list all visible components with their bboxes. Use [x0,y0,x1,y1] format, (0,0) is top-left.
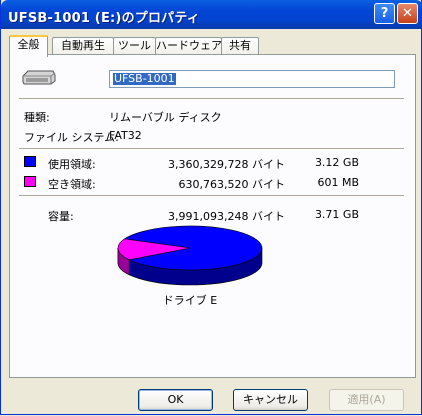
drive-name-input[interactable]: UFSB-1001 [109,70,395,88]
close-button[interactable]: ✕ [397,3,418,24]
used-space-label: 使用領域: [48,158,96,171]
window-title: UFSB-1001 (E:)のプロパティ [8,11,200,26]
used-space-bytes: 3,360,329,728 バイト [168,158,285,171]
apply-button[interactable]: 適用(A) [329,389,404,411]
title-bar[interactable]: UFSB-1001 (E:)のプロパティ ? ✕ [1,0,422,29]
general-tab-panel: UFSB-1001 種類: リムーバブル ディスク ファイル システム: FAT… [9,54,416,378]
free-space-bytes: 630,763,520 バイト [178,178,285,191]
type-value: リムーバブル ディスク [109,111,222,124]
drive-letter-label: ドライブ E [162,294,218,307]
tab-sharing[interactable]: 共有 [221,37,259,55]
removable-drive-icon [22,70,56,85]
tab-hardware[interactable]: ハードウェア [155,37,222,55]
filesystem-label: ファイル システム: [24,131,119,144]
type-label: 種類: [24,111,50,124]
capacity-size: 3.71 GB [314,208,359,221]
separator [19,98,404,100]
tab-tools[interactable]: ツール [113,37,156,55]
cancel-button[interactable]: キャンセル [233,389,308,411]
capacity-bytes: 3,991,093,248 バイト [168,210,285,223]
ok-button[interactable]: OK [138,389,213,411]
properties-window: UFSB-1001 (E:)のプロパティ ? ✕ 全般 自動再生 ツール ハード… [0,0,422,415]
separator [19,148,404,150]
capacity-label: 容量: [48,210,74,223]
tab-autoplay[interactable]: 自動再生 [52,37,114,55]
tab-general[interactable]: 全般 [9,35,48,57]
filesystem-value: FAT32 [109,129,142,142]
free-space-size: 601 MB [317,176,359,189]
disk-usage-pie-chart [117,225,263,286]
used-space-swatch [24,156,36,167]
drive-name-text: UFSB-1001 [113,72,176,85]
separator [19,195,404,197]
used-space-size: 3.12 GB [314,156,359,169]
free-space-swatch [24,176,36,187]
free-space-label: 空き領域: [48,178,96,191]
help-button[interactable]: ? [374,3,395,24]
